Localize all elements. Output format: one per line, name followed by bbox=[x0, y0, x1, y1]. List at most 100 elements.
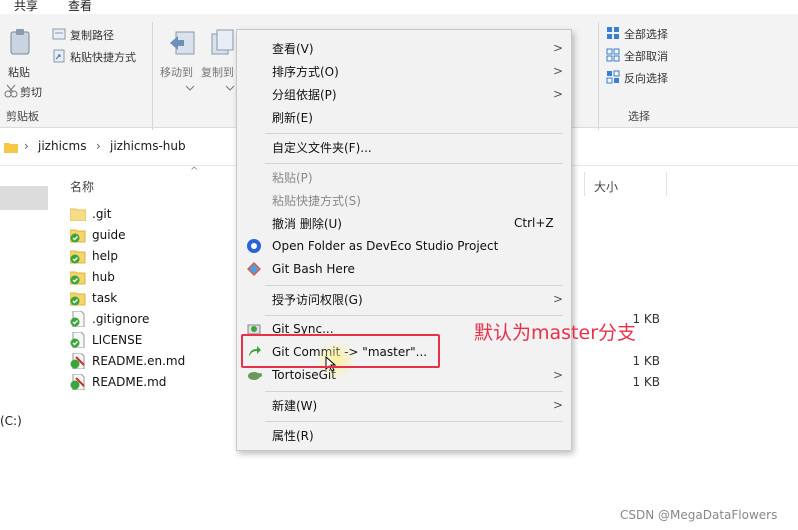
file-name: LICENSE bbox=[92, 333, 143, 347]
select-none-icon bbox=[606, 48, 620, 62]
scissors-icon bbox=[4, 84, 18, 98]
cut-button[interactable]: 剪切 bbox=[20, 84, 42, 100]
breadcrumb-item[interactable]: jizhicms-hub bbox=[110, 139, 186, 153]
file-row[interactable]: task bbox=[70, 288, 117, 308]
copy-path-icon bbox=[52, 28, 66, 40]
menu-item-undo-delete[interactable]: 撤消 删除(U) Ctrl+Z bbox=[237, 212, 571, 234]
ribbon-divider bbox=[152, 22, 153, 130]
menu-item-customize-folder[interactable]: 自定义文件夹(F)... bbox=[237, 136, 571, 158]
file-row[interactable]: README.md bbox=[70, 372, 166, 392]
file-row[interactable]: LICENSE bbox=[70, 330, 142, 350]
file-size: 1 KB bbox=[632, 354, 660, 368]
column-header-name[interactable]: 名称 bbox=[70, 178, 94, 195]
menu-item-label: 分组依据(P) bbox=[272, 87, 337, 102]
file-row[interactable]: hub bbox=[70, 267, 115, 287]
menu-item-label: 自定义文件夹(F)... bbox=[272, 140, 372, 155]
menu-item-sort[interactable]: 排序方式(O) > bbox=[237, 60, 571, 82]
tab-share[interactable]: 共享 bbox=[14, 0, 38, 14]
highlight-box bbox=[241, 334, 440, 368]
chevron-down-icon bbox=[225, 80, 235, 91]
menu-item-shortcut: Ctrl+Z bbox=[514, 216, 554, 230]
menu-item-refresh[interactable]: 刷新(E) bbox=[237, 106, 571, 128]
menu-separator bbox=[265, 315, 563, 316]
paste-button[interactable]: 粘贴 bbox=[8, 64, 30, 80]
menu-item-git-bash[interactable]: Git Bash Here bbox=[237, 258, 571, 280]
file-name: hub bbox=[92, 270, 115, 284]
select-none-button[interactable]: 全部取消 bbox=[624, 48, 668, 64]
file-size: 1 KB bbox=[632, 375, 660, 389]
file-row[interactable]: .gitignore bbox=[70, 309, 149, 329]
git-file-icon bbox=[70, 332, 86, 348]
chevron-right-icon: > bbox=[553, 64, 564, 78]
menu-item-view[interactable]: 查看(V) > bbox=[237, 37, 571, 59]
chevron-right-icon: > bbox=[553, 368, 564, 382]
tab-view[interactable]: 查看 bbox=[68, 0, 92, 14]
tortoisegit-icon bbox=[246, 367, 262, 383]
menu-item-grant-access[interactable]: 授予访问权限(G) > bbox=[237, 288, 571, 310]
file-row[interactable]: help bbox=[70, 246, 118, 266]
chevron-right-icon: > bbox=[553, 41, 564, 55]
git-folder-icon bbox=[70, 269, 86, 285]
select-group-label: 选择 bbox=[628, 110, 650, 123]
menu-item-paste: 粘贴(P) bbox=[237, 166, 571, 188]
select-all-icon bbox=[606, 26, 620, 40]
file-row[interactable]: guide bbox=[70, 225, 126, 245]
copy-path-button[interactable]: 复制路径 bbox=[70, 27, 114, 43]
move-to-icon[interactable] bbox=[168, 28, 196, 58]
file-name: README.en.md bbox=[92, 354, 186, 368]
copy-to-button[interactable]: 复制到 bbox=[201, 64, 234, 80]
menu-item-group[interactable]: 分组依据(P) > bbox=[237, 83, 571, 105]
menu-item-label: Git Bash Here bbox=[272, 262, 355, 276]
file-name: help bbox=[92, 249, 118, 263]
menu-separator bbox=[265, 285, 563, 286]
paste-shortcut-button[interactable]: 粘贴快捷方式 bbox=[70, 49, 136, 65]
menu-item-label: 属性(R) bbox=[272, 428, 314, 443]
context-menu: 查看(V) > 排序方式(O) > 分组依据(P) > 刷新(E) 自定义文件夹… bbox=[236, 29, 572, 451]
chevron-right-icon: > bbox=[553, 398, 564, 412]
menu-item-label: 排序方式(O) bbox=[272, 64, 339, 79]
menu-separator bbox=[265, 163, 563, 164]
ribbon-divider bbox=[598, 22, 599, 130]
file-row[interactable]: README.en.md bbox=[70, 351, 185, 371]
menu-item-open-deveco[interactable]: Open Folder as DevEco Studio Project bbox=[237, 235, 571, 257]
column-divider bbox=[584, 172, 585, 196]
menu-separator bbox=[265, 391, 563, 392]
menu-item-properties[interactable]: 属性(R) bbox=[237, 424, 571, 446]
drive-label[interactable]: (C:) bbox=[0, 414, 22, 428]
git-file-modified-icon bbox=[70, 353, 86, 369]
chevron-right-icon: › bbox=[24, 139, 29, 153]
menu-item-paste-shortcut: 粘贴快捷方式(S) bbox=[237, 189, 571, 211]
breadcrumb-item[interactable]: jizhicms bbox=[38, 139, 86, 153]
watermark: CSDN @MegaDataFlowers bbox=[620, 508, 778, 522]
menu-item-label: 撤消 删除(U) bbox=[272, 216, 342, 231]
git-folder-icon bbox=[70, 227, 86, 243]
menu-item-label: 粘贴快捷方式(S) bbox=[272, 193, 361, 208]
chevron-down-icon bbox=[185, 80, 195, 91]
menu-item-label: Open Folder as DevEco Studio Project bbox=[272, 239, 499, 253]
file-row[interactable]: .git bbox=[70, 204, 111, 224]
column-divider bbox=[666, 172, 667, 196]
git-bash-icon bbox=[246, 261, 262, 277]
sort-up-icon: ^ bbox=[190, 166, 199, 177]
clipboard-group-label: 剪贴板 bbox=[6, 110, 39, 123]
paste-shortcut-icon bbox=[52, 49, 66, 63]
menu-item-label: 刷新(E) bbox=[272, 110, 313, 125]
copy-to-icon[interactable] bbox=[208, 28, 236, 58]
folder-icon bbox=[70, 207, 86, 221]
git-file-icon bbox=[70, 311, 86, 327]
deveco-icon bbox=[246, 238, 262, 254]
folder-icon bbox=[4, 141, 18, 153]
menu-item-new[interactable]: 新建(W) > bbox=[237, 394, 571, 416]
git-folder-icon bbox=[70, 248, 86, 264]
chevron-right-icon: > bbox=[553, 292, 564, 306]
annotation-text: 默认为master分支 bbox=[474, 322, 637, 344]
move-to-button[interactable]: 移动到 bbox=[160, 64, 193, 80]
menu-separator bbox=[265, 421, 563, 422]
invert-selection-button[interactable]: 反向选择 bbox=[624, 70, 668, 86]
git-file-modified-icon bbox=[70, 374, 86, 390]
chevron-right-icon: › bbox=[96, 139, 101, 153]
select-all-button[interactable]: 全部选择 bbox=[624, 26, 668, 42]
paste-icon[interactable] bbox=[8, 28, 32, 56]
nav-selected-item[interactable] bbox=[0, 186, 48, 210]
column-header-size[interactable]: 大小 bbox=[594, 178, 618, 195]
